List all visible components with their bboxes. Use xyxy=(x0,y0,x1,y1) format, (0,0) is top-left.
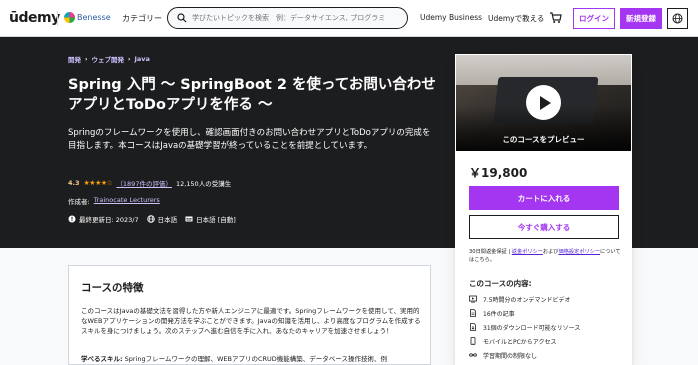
chevron-right-icon: › xyxy=(127,55,131,63)
refund-policy-text: 30日間返金保証 | 返金ポリシーおよび価格設定ポリシーについてはこちら。 xyxy=(469,248,621,264)
refund-prefix: 30日間返金保証 | xyxy=(469,249,512,255)
categories-menu[interactable]: カテゴリー xyxy=(122,13,162,24)
course-title: Spring 入門 〜 SpringBoot 2 を使ってお問い合わせアプリとT… xyxy=(68,77,436,113)
globe-icon xyxy=(146,215,155,223)
include-label: モバイルとPCからアクセス xyxy=(483,338,557,346)
last-updated: 最終更新日: 2023/7 xyxy=(79,216,139,224)
play-icon xyxy=(539,95,551,110)
course-price: ￥19,800 xyxy=(469,166,528,180)
course-language: 日本語 xyxy=(157,216,178,224)
include-label: 16件の記事 xyxy=(483,310,515,318)
skills-text: Springフレームワークの理解、WEBアプリのCRUD機能構築、データベース操… xyxy=(122,355,387,363)
signup-button[interactable]: 新規登録 xyxy=(620,8,662,29)
top-header: ūdemy Benesse カテゴリー Udemy Business Udemy… xyxy=(0,0,698,37)
include-label: 31個のダウンロード可能なリソース xyxy=(483,324,581,332)
features-description: このコースはJavaの基礎文法を習得した方や新人エンジニアに最適です。Sprin… xyxy=(81,307,421,335)
cart-icon[interactable] xyxy=(549,11,562,24)
video-icon xyxy=(469,295,477,303)
course-features-box: コースの特徴 このコースはJavaの基礎文法を習得した方や新人エンジニアに最適で… xyxy=(68,265,431,365)
include-label: 学習期間の制限なし xyxy=(483,352,538,360)
teach-on-udemy-link[interactable]: Udemyで教える xyxy=(488,13,544,24)
search-input[interactable] xyxy=(192,14,397,22)
skills-label: 学べるスキル: xyxy=(81,355,123,363)
include-label: 7.5時間分のオンデマンドビデオ xyxy=(483,296,571,304)
course-captions: 日本語 [自動] xyxy=(196,216,236,224)
pricing-policy-link[interactable]: 価格設定ポリシー xyxy=(559,249,601,255)
list-item: 7.5時間分のオンデマンドビデオ xyxy=(469,292,580,306)
captions-icon xyxy=(185,216,193,222)
author-label: 作成者: xyxy=(68,198,90,206)
list-item: 学習期間の制限なし xyxy=(469,348,580,362)
includes-title: このコースの内容: xyxy=(469,279,532,288)
skills-line: 学べるスキル: Springフレームワークの理解、WEBアプリのCRUD機能構築… xyxy=(81,354,426,364)
refund-policy-link[interactable]: 返金ポリシー xyxy=(512,249,543,255)
course-subtitle: Springのフレームワークを使用し、確認画面付きのお問い合わせアプリとToDo… xyxy=(68,128,431,151)
infinity-icon xyxy=(469,353,477,357)
rating-value: 4.3 xyxy=(68,179,80,187)
meta-row: 最終更新日: 2023/7 日本語 日本語 [自動] xyxy=(68,214,236,224)
rating-row: 4.3 ★★★★☆ （1897件の評価） 12,150人の受講生 xyxy=(68,178,231,188)
features-title: コースの特徴 xyxy=(81,282,144,294)
list-item: 31個のダウンロード可能なリソース xyxy=(469,320,580,334)
buy-now-button[interactable]: 今すぐ購入する xyxy=(469,215,619,239)
benesse-logo: Benesse xyxy=(64,12,111,23)
alert-clock-icon xyxy=(68,215,76,223)
list-item: モバイルとPCからアクセス xyxy=(469,334,580,348)
course-preview[interactable]: このコースをプレビュー xyxy=(456,55,631,151)
breadcrumb: 開発 › ウェブ開発 › Java xyxy=(68,54,150,64)
preview-label: このコースをプレビュー xyxy=(502,135,585,144)
language-button[interactable] xyxy=(667,8,688,29)
udemy-logo[interactable]: ūdemy xyxy=(9,10,60,26)
benesse-mark-icon xyxy=(64,12,75,23)
udemy-business-link[interactable]: Udemy Business xyxy=(420,13,482,22)
article-icon xyxy=(470,309,476,317)
ratings-count-link[interactable]: （1897件の評価） xyxy=(116,178,172,188)
breadcrumb-item[interactable]: Java xyxy=(134,55,149,63)
includes-list: 7.5時間分のオンデマンドビデオ 16件の記事 31個のダウンロード可能なリソー… xyxy=(469,292,580,362)
author-link[interactable]: Trainocate Lecturers xyxy=(94,196,160,206)
login-button[interactable]: ログイン xyxy=(573,8,615,29)
list-item: 16件の記事 xyxy=(469,306,580,320)
refund-mid: および xyxy=(542,249,559,255)
mobile-icon xyxy=(470,337,476,345)
search-icon xyxy=(177,13,187,23)
play-button[interactable] xyxy=(526,85,561,120)
breadcrumb-item[interactable]: 開発 xyxy=(68,54,81,64)
download-icon xyxy=(470,323,476,331)
add-to-cart-button[interactable]: カートに入れる xyxy=(469,186,619,210)
author-row: 作成者: Trainocate Lecturers xyxy=(68,196,160,206)
chevron-right-icon: › xyxy=(85,55,88,63)
logo-divider xyxy=(57,11,58,26)
globe-icon xyxy=(672,13,683,24)
benesse-label: Benesse xyxy=(77,13,111,22)
search-bar[interactable] xyxy=(167,7,408,29)
breadcrumb-item[interactable]: ウェブ開発 xyxy=(91,54,124,64)
student-count: 12,150人の受講生 xyxy=(175,180,232,188)
star-rating-icon: ★★★★☆ xyxy=(83,179,113,187)
purchase-card: このコースをプレビュー ￥19,800 カートに入れる 今すぐ購入する 30日間… xyxy=(455,54,632,365)
